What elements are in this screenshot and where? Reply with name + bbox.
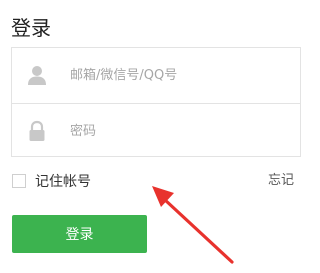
remember-label: 记住帐号 (35, 174, 91, 190)
forgot-password-link[interactable]: 忘记 (268, 172, 294, 190)
remember-checkbox[interactable] (12, 174, 26, 188)
username-input[interactable] (70, 62, 290, 88)
password-row (12, 103, 300, 158)
user-icon (28, 66, 46, 85)
username-row (12, 48, 300, 102)
login-form (11, 47, 301, 157)
login-button[interactable]: 登录 (12, 215, 147, 253)
lock-icon (29, 120, 45, 141)
page-title: 登录 (11, 16, 51, 40)
remember-account[interactable]: 记住帐号 (12, 172, 91, 190)
password-input[interactable] (70, 118, 290, 144)
